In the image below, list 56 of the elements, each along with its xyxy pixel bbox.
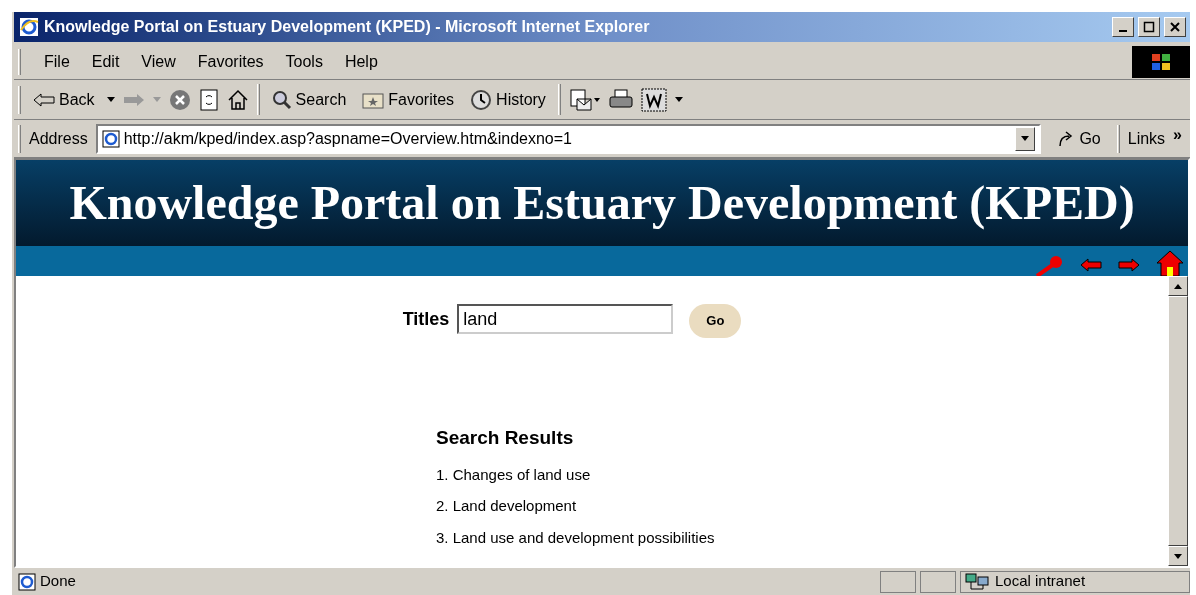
titles-label: Titles xyxy=(402,308,450,331)
document-icon[interactable] xyxy=(640,87,667,112)
result-item[interactable]: 1. Changes of land use xyxy=(436,463,715,486)
result-item[interactable]: 2. Land development xyxy=(436,495,715,518)
menu-item[interactable]: Edit xyxy=(80,49,131,74)
go-button[interactable]: Go xyxy=(1045,126,1113,151)
network-icon xyxy=(965,572,991,591)
address-label: Address xyxy=(28,128,89,149)
address-field[interactable]: http://akm/kped/index.asp?aspname=Overview.htm&indexno=1 xyxy=(95,123,1042,154)
search-icon xyxy=(271,89,292,110)
maximize-icon xyxy=(1143,21,1155,33)
down-arrow-icon[interactable] xyxy=(1174,553,1182,559)
result-item[interactable]: 3. Land use and development possibilities xyxy=(436,526,715,549)
forward-arrow-icon[interactable] xyxy=(1118,258,1140,272)
menu-item[interactable]: Help xyxy=(333,49,389,74)
back-arrow-icon xyxy=(33,92,55,107)
menu-item[interactable]: View xyxy=(130,49,187,74)
back-arrow-icon[interactable] xyxy=(1080,258,1102,272)
page-icon xyxy=(101,129,120,148)
close-button[interactable] xyxy=(1164,17,1186,37)
maximize-button[interactable] xyxy=(1138,17,1160,37)
banner-title: Knowledge Portal on Estuary Development (KPED) xyxy=(69,175,1135,232)
titles-field[interactable]: land xyxy=(457,304,674,334)
close-icon xyxy=(1169,21,1181,33)
links-button[interactable]: Links xyxy=(1123,126,1170,151)
favorites-button[interactable]: Favorites xyxy=(358,87,459,112)
star-folder-icon xyxy=(362,90,385,109)
page-icon xyxy=(18,572,36,591)
windows-logo-icon xyxy=(1132,45,1190,78)
back-button[interactable]: Back xyxy=(29,87,99,112)
up-arrow-icon[interactable] xyxy=(1174,283,1182,289)
browser-icon xyxy=(18,16,40,38)
results-heading: Search Results xyxy=(436,426,575,450)
search-button[interactable]: Search xyxy=(267,87,351,112)
minimize-icon xyxy=(1119,30,1127,32)
status-panel xyxy=(920,570,956,593)
dropdown-arrow-icon[interactable] xyxy=(674,97,683,102)
go-button[interactable]: Go xyxy=(689,304,742,338)
home-icon[interactable] xyxy=(226,88,249,111)
mail-icon[interactable] xyxy=(568,88,601,111)
status-text: Done xyxy=(40,571,77,592)
more-button[interactable]: » xyxy=(1173,122,1190,147)
stop-icon[interactable] xyxy=(168,88,191,111)
menu-item[interactable]: Favorites xyxy=(186,49,275,74)
refresh-icon[interactable] xyxy=(198,88,219,111)
history-button[interactable]: History xyxy=(466,87,550,112)
menu-item[interactable]: File xyxy=(33,49,81,74)
status-panel xyxy=(880,570,916,593)
clock-icon xyxy=(470,88,493,111)
window-title: Knowledge Portal on Estuary Development (KPED) - Microsoft Internet Explorer xyxy=(44,17,651,37)
dropdown-arrow-icon[interactable] xyxy=(106,97,115,102)
home-icon[interactable] xyxy=(1156,250,1184,276)
menu-item[interactable]: Tools xyxy=(274,49,334,74)
print-icon[interactable] xyxy=(608,88,633,111)
zone-text: Local intranet xyxy=(995,571,1086,592)
minimize-button[interactable] xyxy=(1112,17,1134,37)
